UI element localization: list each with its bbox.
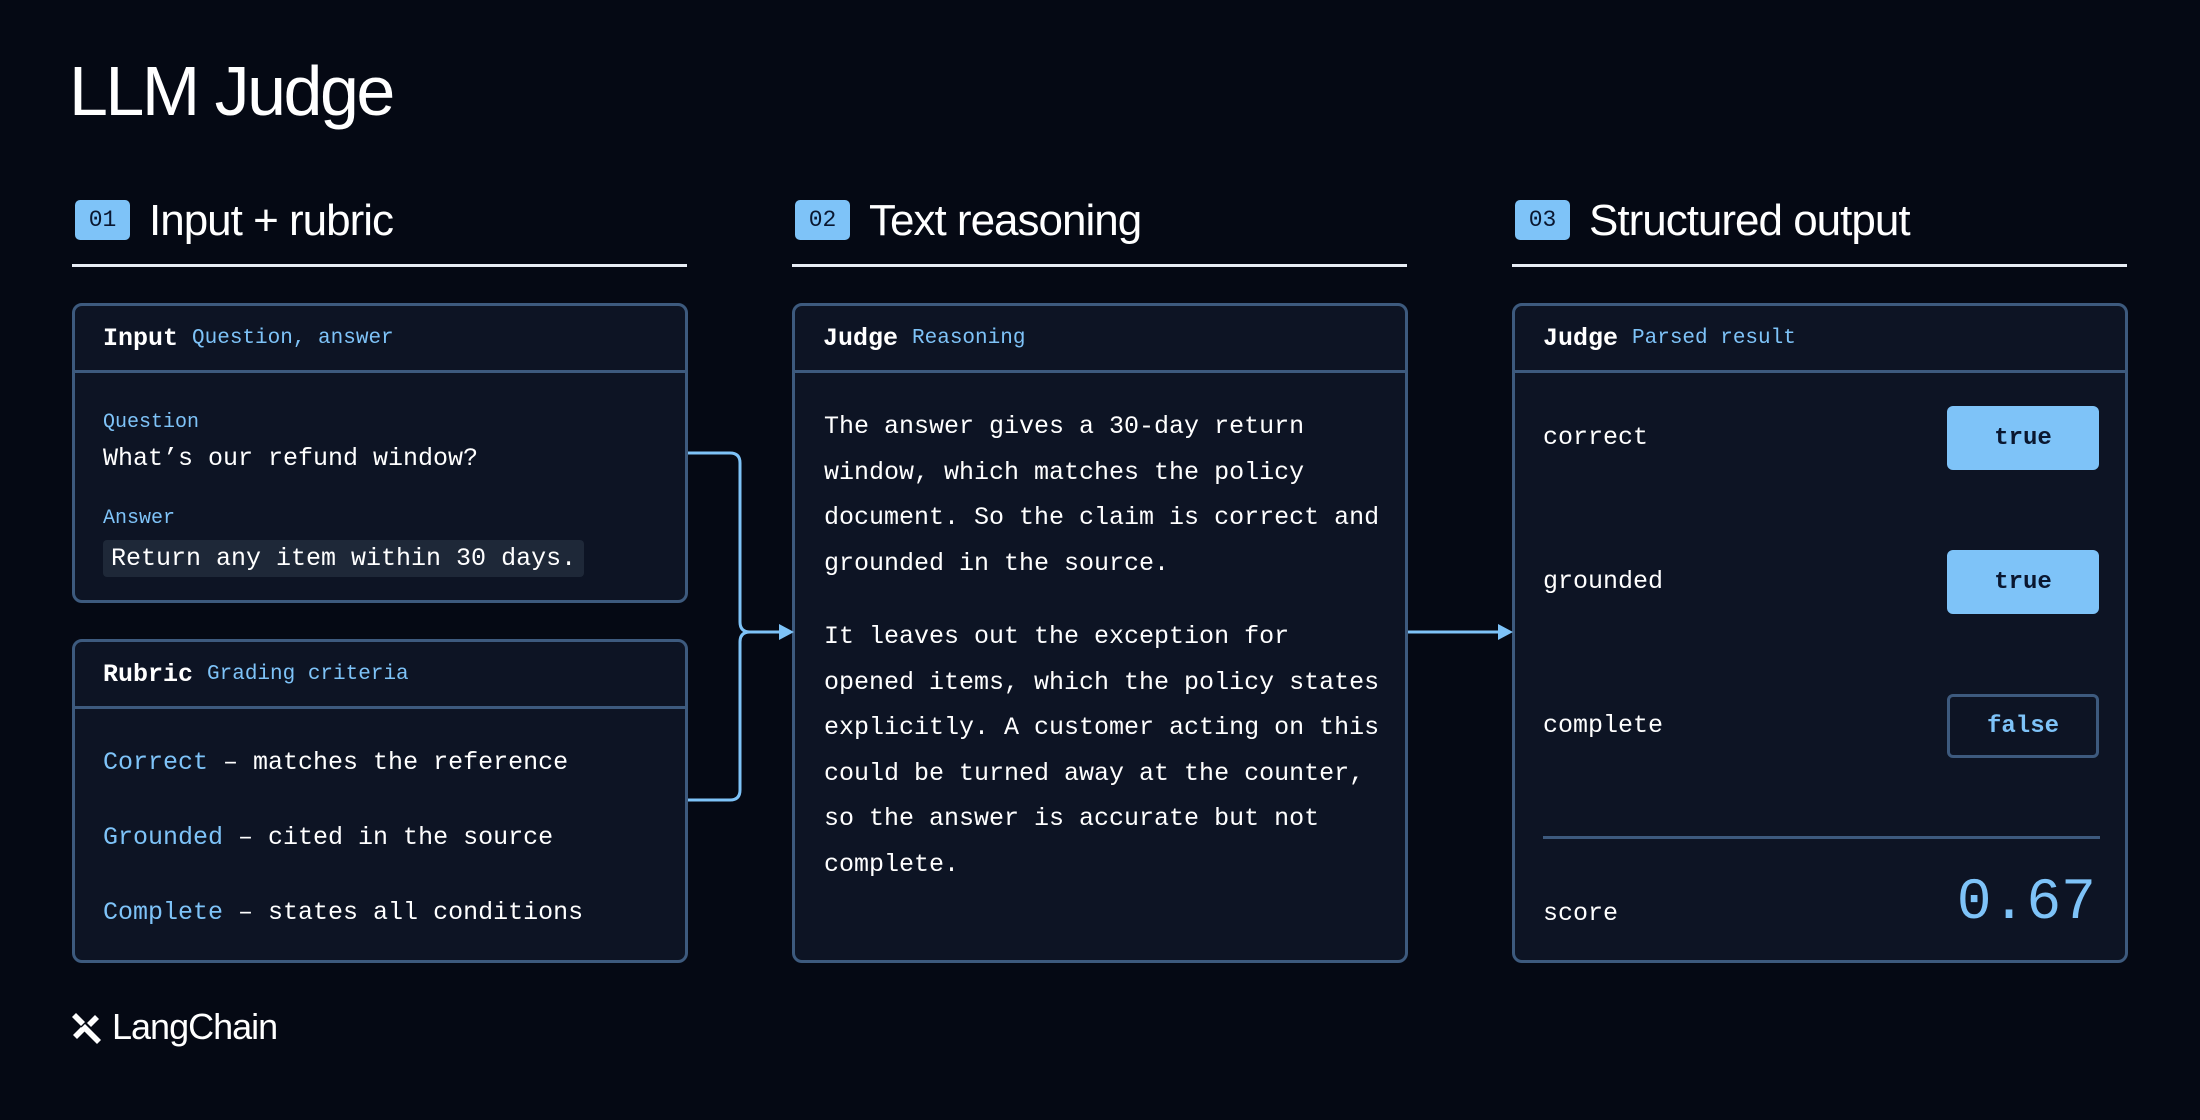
connector-rubric-to-reasoning bbox=[688, 630, 751, 802]
connector-arrows bbox=[688, 451, 1513, 802]
arrowhead bbox=[1498, 624, 1513, 640]
arrowhead bbox=[779, 624, 794, 640]
connector-input-to-reasoning bbox=[688, 451, 779, 634]
langchain-logo-icon bbox=[72, 1013, 101, 1044]
brand-name: LangChain bbox=[112, 1006, 278, 1047]
langchain-logo: LangChain bbox=[70, 1006, 278, 1048]
